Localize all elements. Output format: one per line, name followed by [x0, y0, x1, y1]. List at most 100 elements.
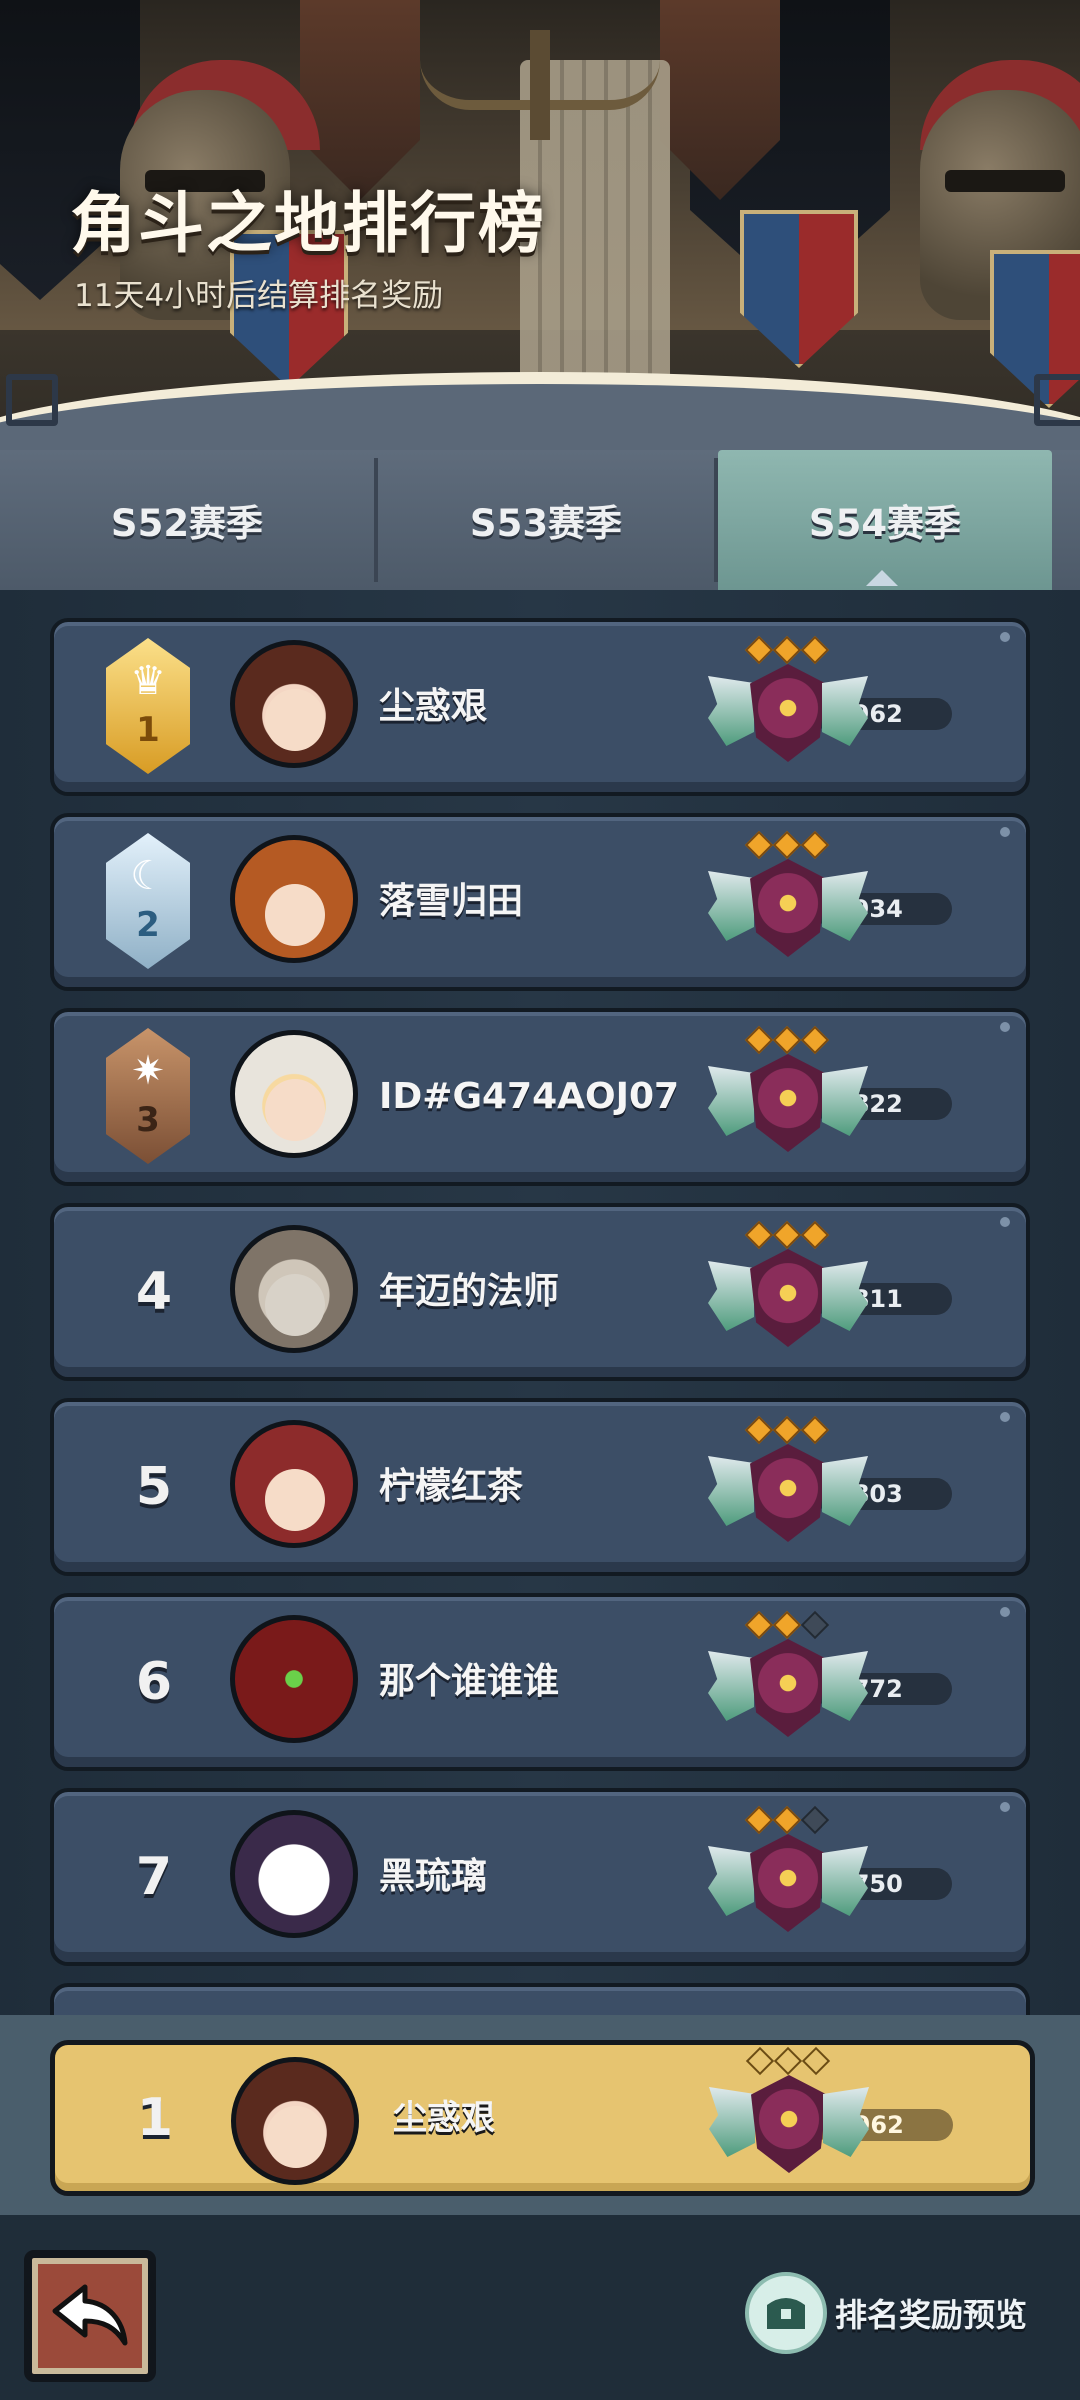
right-wing-icon	[823, 2087, 869, 2157]
my-player-name: 尘惑艰	[393, 2098, 495, 2138]
ranking-row[interactable]: 7 黑琉璃 3750	[50, 1788, 1030, 1966]
avatar[interactable]	[230, 640, 358, 768]
left-wing-icon	[708, 1846, 754, 1916]
ranking-row-partial[interactable]	[50, 1983, 1030, 2015]
right-wing-icon	[822, 871, 868, 941]
crown-crest-icon	[750, 1444, 826, 1542]
player-name: 落雪归田	[379, 881, 524, 922]
rank-badge: 3962	[704, 635, 964, 786]
tier-stars	[743, 2046, 833, 2076]
right-wing-icon	[822, 1261, 868, 1331]
back-button[interactable]	[24, 2250, 156, 2382]
bronze-medal-icon: ✷ 3	[106, 1028, 190, 1164]
ranking-row[interactable]: ☾ 2 落雪归田 3934	[50, 813, 1030, 991]
avatar[interactable]	[230, 1225, 358, 1353]
corner-rivet	[1000, 1022, 1010, 1032]
tab-s54[interactable]: S54赛季	[718, 450, 1052, 590]
avatar[interactable]	[230, 1810, 358, 1938]
ranking-row[interactable]: 4 年迈的法师 3811	[50, 1203, 1030, 1381]
tab-s53-label: S53赛季	[469, 502, 623, 545]
gold-medal-icon: ♛ 1	[106, 638, 190, 774]
tier-stars	[742, 1025, 832, 1055]
avatar[interactable]	[230, 1420, 358, 1548]
right-wing-icon	[822, 1846, 868, 1916]
crown-crest-icon	[751, 2075, 827, 2173]
my-rank-badge: 3962	[705, 2046, 965, 2197]
back-arrow-icon	[52, 2284, 128, 2346]
player-name: ID#G474AOJ07	[379, 1076, 680, 1117]
medal-number: 3	[136, 1100, 160, 1140]
player-name: 尘惑艰	[379, 686, 488, 727]
rank-number: 4	[135, 1262, 173, 1322]
rank-number: 6	[135, 1652, 173, 1712]
right-wing-icon	[822, 1456, 868, 1526]
avatar[interactable]	[230, 1615, 358, 1743]
rank-badge: 3750	[704, 1805, 964, 1956]
left-wing-icon	[708, 1066, 754, 1136]
tier-stars	[742, 1610, 832, 1640]
avatar[interactable]	[230, 1030, 358, 1158]
my-rank-row[interactable]: 1 尘惑艰 3962	[50, 2040, 1035, 2196]
rank-number: 5	[135, 1457, 173, 1517]
medal-number: 1	[136, 710, 160, 750]
tier-stars	[742, 1220, 832, 1250]
left-wing-icon	[708, 1651, 754, 1721]
left-wing-icon	[708, 1261, 754, 1331]
season-tabs: S52赛季 S53赛季 S54赛季	[0, 450, 1080, 590]
right-swirl-ornament	[1034, 374, 1080, 426]
reward-preview-label: 排名奖励预览	[835, 2296, 1028, 2334]
left-wing-icon	[709, 2087, 755, 2157]
player-name: 那个谁谁谁	[379, 1661, 560, 1702]
ranking-row[interactable]: 6 那个谁谁谁 3772	[50, 1593, 1030, 1771]
left-wing-icon	[708, 1456, 754, 1526]
tier-stars	[742, 830, 832, 860]
ranking-row[interactable]: ✷ 3 ID#G474AOJ07 3822	[50, 1008, 1030, 1186]
my-rank-number: 1	[136, 2088, 174, 2148]
moon-icon: ☾	[130, 853, 166, 899]
ranking-row[interactable]: ♛ 1 尘惑艰 3962	[50, 618, 1030, 796]
page-title: 角斗之地排行榜	[70, 185, 546, 262]
corner-rivet	[1000, 1217, 1010, 1227]
crown-crest-icon	[750, 859, 826, 957]
rank-badge: 3811	[704, 1220, 964, 1371]
avatar[interactable]	[230, 835, 358, 963]
player-name: 柠檬红茶	[379, 1466, 524, 1507]
corner-rivet	[1000, 1802, 1010, 1812]
tier-stars	[742, 635, 832, 665]
medal-number: 2	[136, 905, 160, 945]
crown-icon: ♛	[130, 658, 166, 704]
left-swirl-ornament	[6, 374, 58, 426]
tab-s53[interactable]: S53赛季	[378, 450, 714, 590]
corner-rivet	[1000, 1607, 1010, 1617]
rank-badge: 3803	[704, 1415, 964, 1566]
right-wing-icon	[822, 1066, 868, 1136]
rank-badge: 3772	[704, 1610, 964, 1761]
crown-crest-icon	[750, 1834, 826, 1932]
reward-chest-icon	[745, 2272, 827, 2354]
ranking-list[interactable]: ♛ 1 尘惑艰 3962 ☾ 2 落雪归田 3934 ✷ 3 ID#G474AO…	[0, 590, 1080, 2015]
tab-s52[interactable]: S52赛季	[0, 450, 374, 590]
tab-s52-label: S52赛季	[110, 502, 264, 545]
corner-rivet	[1000, 632, 1010, 642]
crown-crest-icon	[750, 664, 826, 762]
crown-crest-icon	[750, 1249, 826, 1347]
rank-badge: 3934	[704, 830, 964, 981]
tab-s54-label: S54赛季	[808, 502, 962, 545]
player-name: 黑琉璃	[379, 1856, 488, 1897]
corner-rivet	[1000, 827, 1010, 837]
my-avatar[interactable]	[231, 2057, 359, 2185]
left-wing-icon	[708, 871, 754, 941]
active-tab-indicator	[866, 570, 898, 586]
right-wing-icon	[822, 1651, 868, 1721]
ranking-row[interactable]: 5 柠檬红茶 3803	[50, 1398, 1030, 1576]
settlement-countdown: 11天4小时后结算排名奖励	[74, 278, 444, 314]
left-wing-icon	[708, 676, 754, 746]
corner-rivet	[1000, 1412, 1010, 1422]
crown-crest-icon	[750, 1639, 826, 1737]
chandelier	[380, 30, 700, 140]
header-banner: 角斗之地排行榜 11天4小时后结算排名奖励	[0, 0, 1080, 470]
player-name: 年迈的法师	[379, 1271, 560, 1312]
right-wing-icon	[822, 676, 868, 746]
silver-medal-icon: ☾ 2	[106, 833, 190, 969]
reward-preview-button[interactable]: 排名奖励预览	[745, 2268, 1055, 2358]
